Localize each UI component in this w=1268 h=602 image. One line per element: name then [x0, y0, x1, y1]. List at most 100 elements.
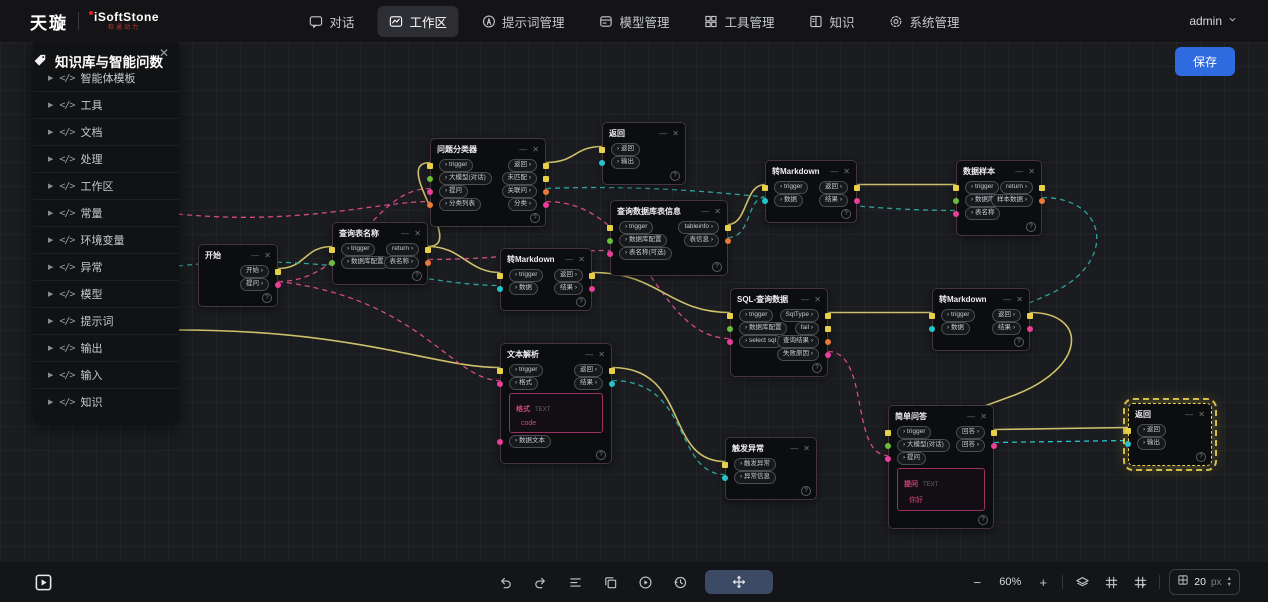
copy-icon[interactable]: [600, 572, 620, 592]
edge-query-db-table-info.tableinfo--to-markdown-1.trigger[interactable]: [728, 185, 765, 225]
nav-item-prompt[interactable]: 提示词管理: [470, 6, 576, 37]
minimize-icon[interactable]: —: [801, 296, 809, 304]
close-icon[interactable]: ✕: [414, 230, 421, 238]
edge-offscreen-left.b--text-parse.trigger[interactable]: [178, 330, 500, 368]
close-icon[interactable]: ✕: [532, 146, 539, 154]
port-分类[interactable]: [543, 202, 549, 208]
close-icon[interactable]: ✕: [264, 252, 271, 260]
minimize-icon[interactable]: —: [790, 445, 798, 453]
save-button[interactable]: 保存: [1175, 47, 1235, 76]
port-结果[interactable]: [589, 286, 595, 292]
help-icon[interactable]: ?: [1026, 222, 1036, 232]
node-return-selected[interactable]: 返回—✕› 返回› 输出?: [1128, 403, 1212, 466]
zoom-in-button[interactable]: +: [1033, 572, 1053, 592]
minimize-icon[interactable]: —: [251, 252, 259, 260]
palette-item-处理[interactable]: ▶</>处理: [33, 146, 179, 173]
port-失败原因[interactable]: [825, 352, 831, 358]
port-SqlType[interactable]: [825, 313, 831, 319]
minimize-icon[interactable]: —: [519, 146, 527, 154]
nav-item-workspace[interactable]: 工作区: [377, 6, 458, 37]
port-trigger[interactable]: [885, 430, 891, 436]
port-大模型(对话)[interactable]: [427, 176, 433, 182]
port-回答[interactable]: [991, 430, 997, 436]
close-icon[interactable]: ✕: [1016, 296, 1023, 304]
port-分类列表[interactable]: [427, 202, 433, 208]
node-throw-exception[interactable]: 触发异常—✕› 触发异常› 异常信息?: [725, 437, 817, 500]
node-return-top[interactable]: 返回—✕› 返回› 输出?: [602, 122, 686, 185]
layers-icon[interactable]: [1072, 572, 1092, 592]
help-icon[interactable]: ?: [1196, 452, 1206, 462]
user-menu[interactable]: admin: [1189, 14, 1238, 28]
port-数据库配置[interactable]: [727, 326, 733, 332]
port-数据库配置[interactable]: [329, 260, 335, 266]
port-fail[interactable]: [825, 326, 831, 332]
grid-icon[interactable]: [1101, 572, 1121, 592]
palette-item-异常[interactable]: ▶</>异常: [33, 254, 179, 281]
help-icon[interactable]: ?: [530, 213, 540, 223]
close-icon[interactable]: ✕: [578, 256, 585, 264]
port-trigger[interactable]: [929, 313, 935, 319]
port-trigger[interactable]: [497, 368, 503, 374]
node-to-markdown-2[interactable]: 转Markdown—✕› trigger› 数据返回 ›结果 ›?: [500, 248, 592, 311]
help-icon[interactable]: ?: [812, 363, 822, 373]
port-样本数据[interactable]: [1039, 198, 1045, 204]
edge-text-parse.结果--throw-exception.异常信息[interactable]: [612, 381, 725, 475]
port-结果[interactable]: [854, 198, 860, 204]
nav-item-tools[interactable]: 工具管理: [693, 6, 786, 37]
close-icon[interactable]: ✕: [672, 130, 679, 138]
port-未匹配[interactable]: [543, 176, 549, 182]
port-trigger[interactable]: [727, 313, 733, 319]
port-trigger[interactable]: [607, 225, 613, 231]
palette-item-输入[interactable]: ▶</>输入: [33, 362, 179, 389]
workflow-canvas[interactable]: 开始—✕开始 ›提问 ›?查询表名称—✕› trigger› 数据库配置retu…: [0, 42, 1268, 562]
help-icon[interactable]: ?: [1014, 337, 1024, 347]
node-sql-query-data[interactable]: SQL-查询数据—✕› trigger› 数据库配置› select sqlSq…: [730, 288, 828, 377]
port-返回[interactable]: [854, 185, 860, 191]
minimize-icon[interactable]: —: [565, 256, 573, 264]
close-icon[interactable]: ✕: [980, 413, 987, 421]
help-icon[interactable]: ?: [841, 209, 851, 219]
edge-question-classifier.返回--return-top.返回[interactable]: [546, 147, 602, 163]
port-格式[interactable]: [497, 381, 503, 387]
port-trigger[interactable]: [953, 185, 959, 191]
close-icon[interactable]: ✕: [1198, 411, 1205, 419]
edge-offscreen-left.c--question-classifier.分类列表[interactable]: [178, 202, 430, 218]
node-param-box[interactable]: 格式TEXTcode: [509, 393, 603, 433]
nav-item-model[interactable]: 模型管理: [587, 6, 680, 37]
port-提问[interactable]: [427, 189, 433, 195]
help-icon[interactable]: ?: [801, 486, 811, 496]
port-大模型(对话)[interactable]: [885, 443, 891, 449]
close-icon[interactable]: ✕: [843, 168, 850, 176]
port-返回[interactable]: [599, 147, 605, 153]
edge-sql-query-data.失败原因--simple-qa.提问[interactable]: [828, 352, 888, 456]
palette-item-常量[interactable]: ▶</>常量: [33, 200, 179, 227]
minimize-icon[interactable]: —: [585, 351, 593, 359]
minimize-icon[interactable]: —: [401, 230, 409, 238]
port-trigger[interactable]: [329, 247, 335, 253]
node-param-box[interactable]: 提问TEXT你好: [897, 468, 985, 511]
port-提问[interactable]: [275, 282, 281, 288]
panel-play-icon[interactable]: [33, 572, 53, 592]
port-返回[interactable]: [543, 163, 549, 169]
help-icon[interactable]: ?: [262, 293, 272, 303]
node-text-parse[interactable]: 文本解析—✕› trigger› 格式返回 ›结果 ›格式TEXTcode› 数…: [500, 343, 612, 464]
port-表名称[interactable]: [425, 260, 431, 266]
spin-down-icon[interactable]: ▼: [1227, 582, 1232, 588]
port-trigger[interactable]: [427, 163, 433, 169]
port-关联问[interactable]: [543, 189, 549, 195]
help-icon[interactable]: ?: [576, 297, 586, 307]
port-返回[interactable]: [1125, 428, 1131, 434]
port-数据库配置[interactable]: [607, 238, 613, 244]
edge-question-classifier.关联问--data-sample.表名称[interactable]: [546, 188, 956, 211]
node-query-db-table-info[interactable]: 查询数据库表信息—✕› trigger› 数据库配置› 表名称(可选)table…: [610, 200, 728, 276]
snap-icon[interactable]: [1130, 572, 1150, 592]
redo-icon[interactable]: [530, 572, 550, 592]
port-数据文本[interactable]: [497, 439, 503, 445]
port-数据[interactable]: [762, 198, 768, 204]
minimize-icon[interactable]: —: [1015, 168, 1023, 176]
edge-text-parse.返回--throw-exception.触发异常[interactable]: [612, 368, 725, 462]
node-simple-qa[interactable]: 简单问答—✕› trigger› 大模型(对话)› 提问回答 ›回答 ›提问TE…: [888, 405, 994, 529]
node-to-markdown-1[interactable]: 转Markdown—✕› trigger› 数据返回 ›结果 ›?: [765, 160, 857, 223]
help-icon[interactable]: ?: [712, 262, 722, 272]
port-trigger[interactable]: [497, 273, 503, 279]
